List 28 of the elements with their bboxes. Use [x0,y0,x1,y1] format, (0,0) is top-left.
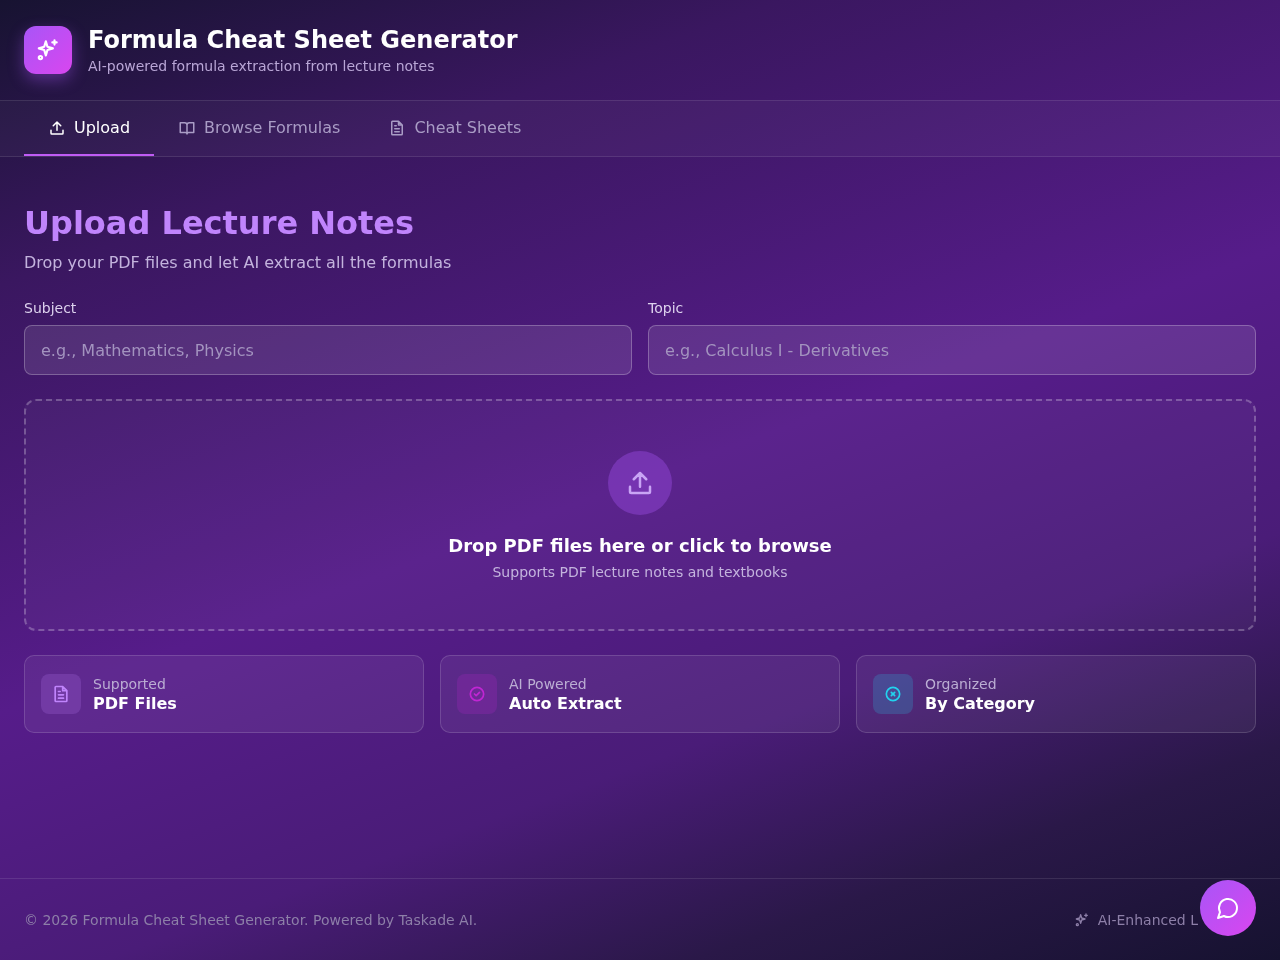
chat-icon [1216,896,1240,920]
field-label: Topic [648,300,685,316]
footer-badge-text: AI-Enhanced L [1097,911,1198,928]
field-label: Subject [24,300,78,316]
feature-caption: Supported [93,675,167,692]
nav-tab[interactable]: Cheat Sheets [364,101,546,156]
nav-tab[interactable]: Browse Formulas [154,101,365,156]
feature-title: PDF Files [93,693,177,713]
feature-title: Auto Extract [509,693,622,713]
app-subtitle: AI-powered formula extraction from lecture notes [88,58,436,74]
nav-tab[interactable]: Upload [24,101,155,156]
file-dropzone[interactable]: Drop PDF files here or click to browse Supports PDF lecture notes and textbooks [24,399,1256,631]
chat-button[interactable] [1200,880,1256,936]
x-circle-icon [883,684,903,704]
app-title: Formula Cheat Sheet Generator [88,26,518,54]
feature-caption: Organized [925,675,998,692]
page-title: Upload Lecture Notes [24,203,416,243]
sparkle-icon [1073,911,1090,928]
page-subtitle: Drop your PDF files and let AI extract all the formulas [24,253,453,272]
dropzone-title: Drop PDF files here or click to browse [448,534,832,556]
sparkle-icon [35,37,61,63]
feature-caption: AI Powered [509,675,588,692]
dropzone-hint: Supports PDF lecture notes and textbooks [492,563,788,580]
check-circle-icon [467,684,487,704]
copyright-text: © 2026 Formula Cheat Sheet Generator. Powered by Taskade AI. [24,911,478,928]
upload-icon [48,118,66,137]
document-icon [51,684,71,704]
feature-title: By Category [925,693,1035,713]
